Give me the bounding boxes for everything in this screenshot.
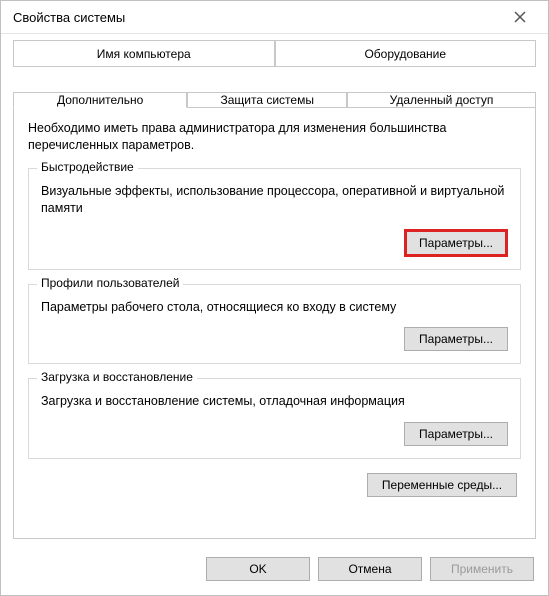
- cancel-button[interactable]: Отмена: [318, 557, 422, 581]
- startup-recovery-settings-button[interactable]: Параметры...: [404, 422, 508, 446]
- tabpanel-advanced: Необходимо иметь права администратора дл…: [13, 107, 536, 539]
- environment-variables-button[interactable]: Переменные среды...: [367, 473, 517, 497]
- apply-button[interactable]: Применить: [430, 557, 534, 581]
- performance-settings-button[interactable]: Параметры...: [404, 229, 508, 257]
- tab-label: Оборудование: [364, 47, 446, 61]
- intro-text: Необходимо иметь права администратора дл…: [28, 120, 521, 154]
- group-startup-recovery: Загрузка и восстановление Загрузка и вос…: [28, 378, 521, 459]
- tabstrip-row-2: Дополнительно Защита системы Удаленный д…: [13, 92, 536, 108]
- group-performance-legend: Быстродействие: [37, 160, 138, 174]
- group-startup-recovery-legend: Загрузка и восстановление: [37, 370, 197, 384]
- group-startup-recovery-desc: Загрузка и восстановление системы, отлад…: [41, 393, 508, 410]
- close-button[interactable]: [500, 1, 540, 33]
- window-title: Свойства системы: [13, 10, 500, 25]
- dialog-footer: OK Отмена Применить: [1, 547, 548, 595]
- tab-label: Удаленный доступ: [390, 93, 494, 107]
- group-performance: Быстродействие Визуальные эффекты, испол…: [28, 168, 521, 270]
- tab-remote[interactable]: Удаленный доступ: [347, 92, 536, 108]
- client-area: Имя компьютера Оборудование Дополнительн…: [1, 34, 548, 547]
- tab-system-protection[interactable]: Защита системы: [187, 92, 347, 108]
- group-performance-desc: Визуальные эффекты, использование процес…: [41, 183, 508, 217]
- system-properties-dialog: Свойства системы Имя компьютера Оборудов…: [0, 0, 549, 596]
- tab-hardware[interactable]: Оборудование: [275, 40, 537, 67]
- tab-advanced[interactable]: Дополнительно: [13, 92, 187, 108]
- group-user-profiles: Профили пользователей Параметры рабочего…: [28, 284, 521, 365]
- tab-label: Имя компьютера: [97, 47, 191, 61]
- ok-button[interactable]: OK: [206, 557, 310, 581]
- titlebar: Свойства системы: [1, 1, 548, 34]
- group-user-profiles-desc: Параметры рабочего стола, относящиеся ко…: [41, 299, 508, 316]
- close-icon: [514, 11, 526, 23]
- tab-label: Защита системы: [220, 93, 313, 107]
- tab-label: Дополнительно: [57, 93, 143, 107]
- tab-computer-name[interactable]: Имя компьютера: [13, 40, 275, 67]
- user-profiles-settings-button[interactable]: Параметры...: [404, 327, 508, 351]
- tabstrip-row-1: Имя компьютера Оборудование: [13, 40, 536, 92]
- group-user-profiles-legend: Профили пользователей: [37, 276, 183, 290]
